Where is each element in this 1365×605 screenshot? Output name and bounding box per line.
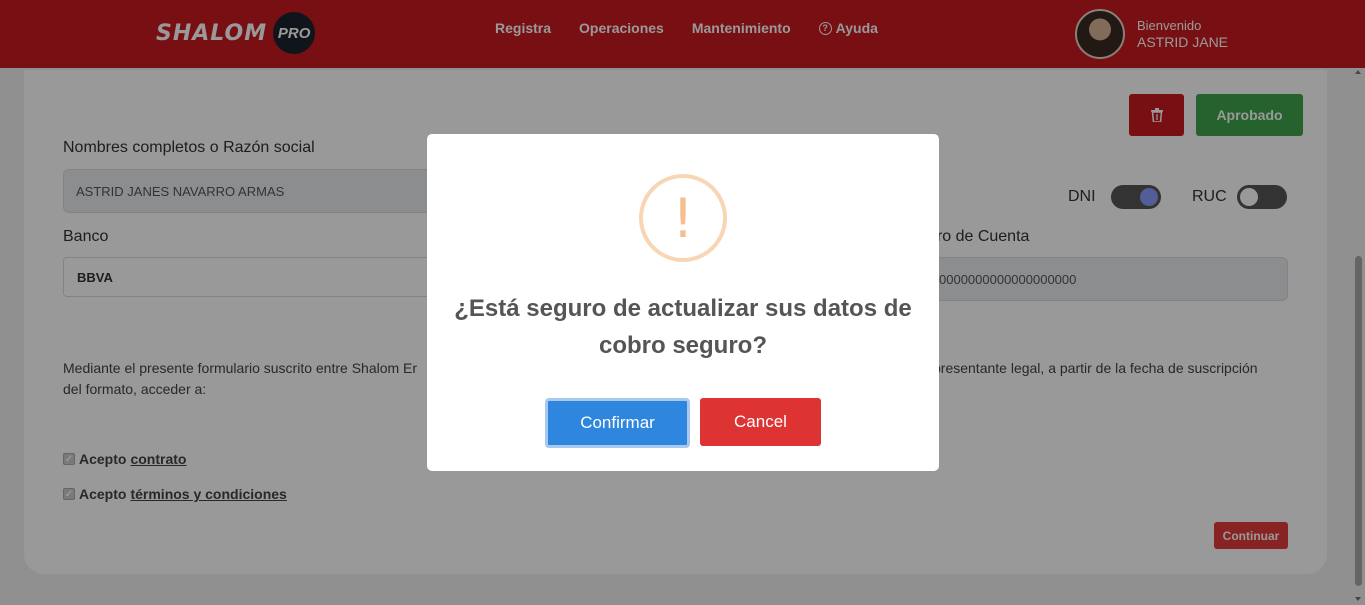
dialog-actions: Confirmar Cancel [545,398,821,448]
cancel-button[interactable]: Cancel [700,398,821,446]
dialog-title: ¿Está seguro de actualizar sus datos de … [454,295,912,359]
confirm-dialog: ! ¿Está seguro de actualizar sus datos d… [427,134,939,471]
confirm-button[interactable]: Confirmar [545,398,690,448]
warning-icon: ! [639,174,727,262]
